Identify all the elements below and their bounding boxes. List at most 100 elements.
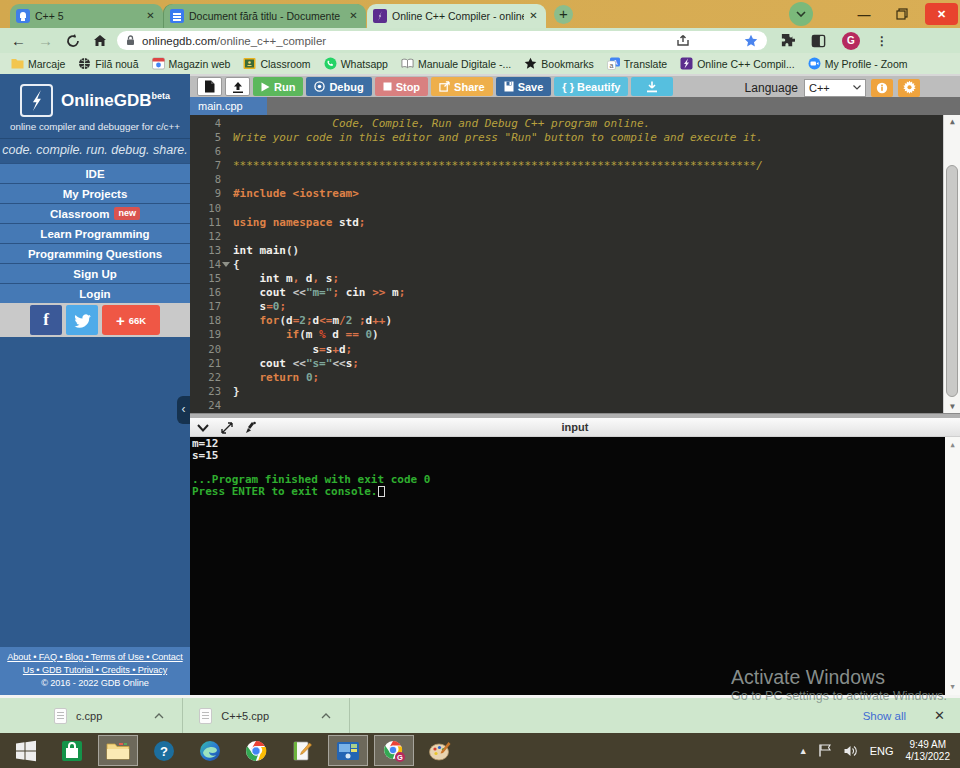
show-all-downloads-button[interactable]: Show all	[863, 710, 906, 722]
close-button[interactable]: ✕	[925, 3, 958, 25]
share-icon[interactable]	[676, 34, 690, 47]
sidebar-header: OnlineGDBbeta online compiler and debugg…	[0, 74, 190, 138]
bookmark-star-icon[interactable]	[744, 34, 758, 48]
download-chip-c.cpp[interactable]: c.cpp	[0, 698, 182, 733]
taskbar-photos-icon[interactable]	[328, 735, 368, 766]
tab-title: Document fără titlu - Documente	[189, 10, 344, 22]
taskbar-help-icon[interactable]: ?	[144, 735, 184, 766]
beautify-button[interactable]: { } Beautify	[554, 77, 628, 96]
taskbar-chrome-icon[interactable]	[236, 735, 276, 766]
language-select[interactable]: C++	[804, 79, 866, 97]
taskbar-clock[interactable]: 9:49 AM 4/13/2022	[906, 739, 951, 763]
bookmark-item-6[interactable]: Bookmarks	[524, 57, 594, 70]
console-scroll-down[interactable]: ▼	[945, 681, 960, 693]
sidebar-item-programming-questions[interactable]: Programming Questions	[0, 243, 190, 263]
minimize-button[interactable]: —	[851, 7, 877, 22]
sidebar-item-my-projects[interactable]: My Projects	[0, 183, 190, 203]
console-scrollbar[interactable]: ▲ ▼	[945, 437, 960, 695]
follow-count-button[interactable]: +66K	[102, 305, 160, 335]
editor-scrollbar[interactable]: ▲ ▼	[943, 115, 960, 413]
taskbar-paint-icon[interactable]	[420, 735, 460, 766]
taskbar-chrome-profile-icon[interactable]: G	[374, 735, 414, 766]
bookmark-item-1[interactable]: Filă nouă	[78, 57, 138, 70]
new-file-button[interactable]	[197, 77, 222, 96]
code-editor[interactable]: 456789101112131415161718192021222324 Cod…	[190, 115, 960, 413]
keyboard-language[interactable]: ENG	[870, 745, 894, 757]
download-chip-C++5.cpp[interactable]: C++5.cpp	[183, 698, 349, 733]
footer-links-line2[interactable]: Us • GDB Tutorial • Credits • Privacy	[0, 664, 190, 677]
sidebar-item-classroom[interactable]: Classroomnew	[0, 203, 190, 223]
extensions-puzzle-icon[interactable]	[780, 33, 795, 48]
download-button[interactable]	[631, 77, 673, 96]
browser-tab-2[interactable]: Online C++ Compiler - online ed✕	[367, 4, 546, 28]
home-button[interactable]	[91, 32, 108, 49]
downloads-bar-close-icon[interactable]: ✕	[934, 708, 945, 723]
code-line-24	[233, 399, 960, 413]
sidebar-item-sign-up[interactable]: Sign Up	[0, 263, 190, 283]
download-chevron-icon[interactable]	[321, 713, 331, 719]
download-chevron-icon[interactable]	[154, 713, 164, 719]
browser-tab-0[interactable]: C++ 5✕	[10, 4, 163, 28]
side-panel-icon[interactable]	[811, 34, 826, 48]
tray-show-hidden-icons[interactable]: ▲	[799, 746, 808, 756]
bookmark-item-5[interactable]: Manuale Digitale -...	[401, 57, 511, 70]
bookmark-item-3[interactable]: Classroom	[243, 57, 310, 70]
browser-tab-1[interactable]: Document fără titlu - Documente✕	[164, 4, 366, 28]
bookmark-item-8[interactable]: Online C++ Compil...	[680, 57, 794, 70]
bookmark-item-2[interactable]: Magazin web	[152, 57, 231, 70]
facebook-button[interactable]: f	[30, 305, 62, 335]
save-button[interactable]: Save	[496, 77, 552, 96]
file-tab-main-cpp[interactable]: main.cpp	[190, 97, 267, 115]
code-line-23: }	[233, 385, 960, 399]
scroll-up-arrow[interactable]: ▲	[944, 115, 960, 128]
debug-button[interactable]: Debug	[306, 77, 371, 96]
code-line-8	[233, 173, 960, 187]
console-output[interactable]: m=12s=15 ...Program finished with exit c…	[190, 437, 960, 695]
tab-close-icon[interactable]: ✕	[527, 9, 540, 23]
info-button[interactable]	[871, 79, 893, 97]
footer-links-line1[interactable]: About • FAQ • Blog • Terms of Use • Cont…	[0, 651, 190, 664]
browser-menu-icon[interactable]: ⋮	[876, 34, 888, 48]
tab-close-icon[interactable]: ✕	[144, 9, 157, 23]
code-line-4: Code, Compile, Run and Debug C++ program…	[233, 117, 960, 131]
taskbar-edge-icon[interactable]	[190, 735, 230, 766]
line-number: 11	[190, 216, 228, 230]
sidebar-item-learn-programming[interactable]: Learn Programming	[0, 223, 190, 243]
stop-button[interactable]: Stop	[375, 77, 428, 96]
run-button[interactable]: Run	[253, 77, 303, 96]
address-bar[interactable]: onlinegdb.com/online_c++_compiler	[117, 31, 767, 50]
sidebar-item-login[interactable]: Login	[0, 283, 190, 303]
upload-file-button[interactable]	[225, 77, 250, 96]
restore-button[interactable]	[889, 8, 915, 20]
action-center-flag-icon[interactable]	[818, 744, 832, 757]
code-line-5: Write your code in this editor and press…	[233, 131, 960, 145]
classroom-icon	[243, 57, 256, 70]
console-scroll-up[interactable]: ▲	[945, 439, 960, 451]
bookmark-item-4[interactable]: Whatsapp	[324, 57, 388, 70]
sidebar-item-ide[interactable]: IDE	[0, 163, 190, 183]
forward-button[interactable]: →	[37, 32, 54, 49]
twitter-button[interactable]	[66, 305, 98, 335]
taskbar-journal-icon[interactable]	[282, 735, 322, 766]
bookmark-item-0[interactable]: Marcaje	[11, 57, 65, 70]
volume-icon[interactable]	[844, 745, 858, 757]
new-tab-button[interactable]: +	[554, 5, 573, 24]
share-button[interactable]: Share	[431, 77, 493, 96]
bookmark-item-7[interactable]: AaTranslate	[607, 57, 667, 70]
scrollbar-thumb[interactable]	[946, 165, 958, 397]
webstore-icon	[152, 57, 165, 70]
bookmark-item-9[interactable]: My Profile - Zoom	[808, 57, 908, 70]
back-button[interactable]: ←	[10, 32, 27, 49]
reload-button[interactable]	[64, 32, 81, 49]
profile-avatar[interactable]: G	[842, 32, 860, 50]
tab-close-icon[interactable]: ✕	[347, 9, 360, 23]
zoom-icon	[808, 57, 821, 70]
sidebar-collapse-handle[interactable]: ‹	[177, 396, 190, 424]
settings-gear-button[interactable]	[898, 79, 920, 97]
taskbar-store-icon[interactable]	[52, 735, 92, 766]
taskbar-start-icon[interactable]	[6, 735, 46, 766]
scroll-down-arrow[interactable]: ▼	[944, 400, 960, 413]
fold-arrow-icon[interactable]	[222, 262, 230, 267]
taskbar-explorer-icon[interactable]	[98, 735, 138, 766]
browser-profile-chevron-icon[interactable]	[789, 2, 813, 26]
